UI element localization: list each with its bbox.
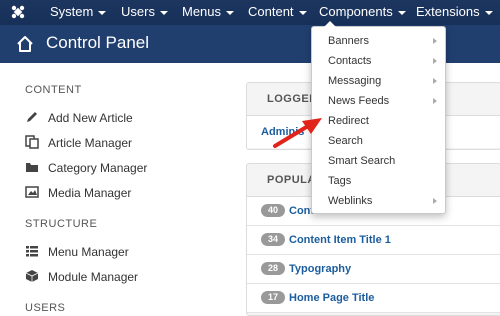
menu-item-banners[interactable]: Banners bbox=[312, 31, 445, 51]
copy-icon bbox=[25, 135, 39, 149]
caret-down-icon bbox=[159, 10, 168, 15]
menu-item-weblinks[interactable]: Weblinks bbox=[312, 191, 445, 211]
nav-extensions-menu[interactable]: Extensions bbox=[416, 0, 493, 25]
submenu-arrow-icon bbox=[433, 98, 437, 104]
menu-item-search[interactable]: Search bbox=[312, 131, 445, 151]
hits-badge: 17 bbox=[261, 291, 285, 304]
submenu-arrow-icon bbox=[433, 58, 437, 64]
menu-item-label: Smart Search bbox=[328, 155, 396, 167]
table-row[interactable]: 28 Typography bbox=[247, 255, 500, 284]
table-row[interactable]: 34 Content Item Title 1 bbox=[247, 226, 500, 255]
article-title-link[interactable]: Content Item Title 1 bbox=[289, 234, 391, 246]
nav-system-menu[interactable]: System bbox=[50, 0, 107, 25]
menu-item-label: Weblinks bbox=[328, 195, 373, 207]
menu-item-label: Contacts bbox=[328, 55, 372, 67]
top-navbar: System Users Menus Content Components Ex… bbox=[0, 0, 500, 26]
table-row[interactable]: 17 Home Page Title bbox=[247, 284, 500, 313]
nav-content-menu[interactable]: Content bbox=[248, 0, 307, 25]
sidebar-link-menu-manager[interactable]: Menu Manager bbox=[25, 244, 129, 262]
menu-item-label: Messaging bbox=[328, 75, 382, 87]
sidebar-link-label: Module Manager bbox=[48, 270, 139, 284]
nav-label: Users bbox=[121, 4, 155, 19]
caret-down-icon bbox=[397, 10, 406, 15]
image-icon bbox=[25, 186, 39, 198]
nav-label: Menus bbox=[182, 4, 222, 19]
hits-badge: 28 bbox=[261, 262, 285, 275]
submenu-arrow-icon bbox=[433, 198, 437, 204]
annotation-arrow-icon bbox=[273, 118, 322, 148]
sidebar-link-label: Media Manager bbox=[48, 186, 132, 200]
menu-item-label: Banners bbox=[328, 35, 369, 47]
components-dropdown-menu: Banners Contacts Messaging News Feeds Re… bbox=[311, 21, 446, 214]
submenu-arrow-icon bbox=[433, 38, 437, 44]
nav-label: Components bbox=[319, 4, 393, 19]
caret-down-icon bbox=[484, 10, 493, 15]
sidebar-link-label: Add New Article bbox=[48, 111, 133, 125]
article-title-link[interactable]: Typography bbox=[289, 263, 351, 275]
sidebar: CONTENT Add New Article Article Manager … bbox=[0, 63, 240, 314]
cube-icon bbox=[25, 270, 39, 282]
joomla-logo-icon[interactable] bbox=[10, 4, 26, 20]
nav-users-menu[interactable]: Users bbox=[121, 0, 168, 25]
sidebar-link-article-manager[interactable]: Article Manager bbox=[25, 135, 132, 153]
nav-label: System bbox=[50, 4, 94, 19]
sidebar-section-users: USERS bbox=[25, 302, 66, 314]
submenu-arrow-icon bbox=[433, 78, 437, 84]
menu-item-label: Tags bbox=[328, 175, 352, 187]
menu-item-messaging[interactable]: Messaging bbox=[312, 71, 445, 91]
menu-item-smart-search[interactable]: Smart Search bbox=[312, 151, 445, 171]
pencil-icon bbox=[27, 112, 37, 122]
menu-item-label: Redirect bbox=[328, 115, 369, 127]
sidebar-section-structure: STRUCTURE bbox=[25, 218, 98, 230]
menu-item-contacts[interactable]: Contacts bbox=[312, 51, 445, 71]
caret-down-icon bbox=[98, 10, 107, 15]
sidebar-link-label: Article Manager bbox=[48, 136, 133, 150]
menu-item-tags[interactable]: Tags bbox=[312, 171, 445, 191]
menu-item-label: News Feeds bbox=[328, 95, 390, 107]
list-icon bbox=[26, 246, 38, 257]
sidebar-link-label: Category Manager bbox=[48, 161, 148, 175]
sidebar-section-content: CONTENT bbox=[25, 84, 82, 96]
menu-item-redirect[interactable]: Redirect bbox=[312, 111, 445, 131]
sidebar-link-add-new-article[interactable]: Add New Article bbox=[25, 110, 133, 128]
nav-label: Content bbox=[248, 4, 294, 19]
hits-badge: 40 bbox=[261, 204, 285, 217]
menu-item-label: Search bbox=[328, 135, 363, 147]
sidebar-link-media-manager[interactable]: Media Manager bbox=[25, 185, 131, 203]
sidebar-link-module-manager[interactable]: Module Manager bbox=[25, 269, 138, 287]
home-icon bbox=[17, 36, 33, 52]
nav-label: Extensions bbox=[416, 4, 480, 19]
nav-menus-menu[interactable]: Menus bbox=[182, 0, 235, 25]
caret-down-icon bbox=[298, 10, 307, 15]
hits-badge: 34 bbox=[261, 233, 285, 246]
menu-item-news-feeds[interactable]: News Feeds bbox=[312, 91, 445, 111]
page-title: Control Panel bbox=[46, 33, 150, 52]
folder-icon bbox=[26, 163, 38, 172]
sidebar-link-category-manager[interactable]: Category Manager bbox=[25, 160, 147, 178]
sidebar-link-label: Menu Manager bbox=[48, 245, 129, 259]
caret-down-icon bbox=[226, 10, 235, 15]
article-title-link[interactable]: Home Page Title bbox=[289, 292, 374, 304]
